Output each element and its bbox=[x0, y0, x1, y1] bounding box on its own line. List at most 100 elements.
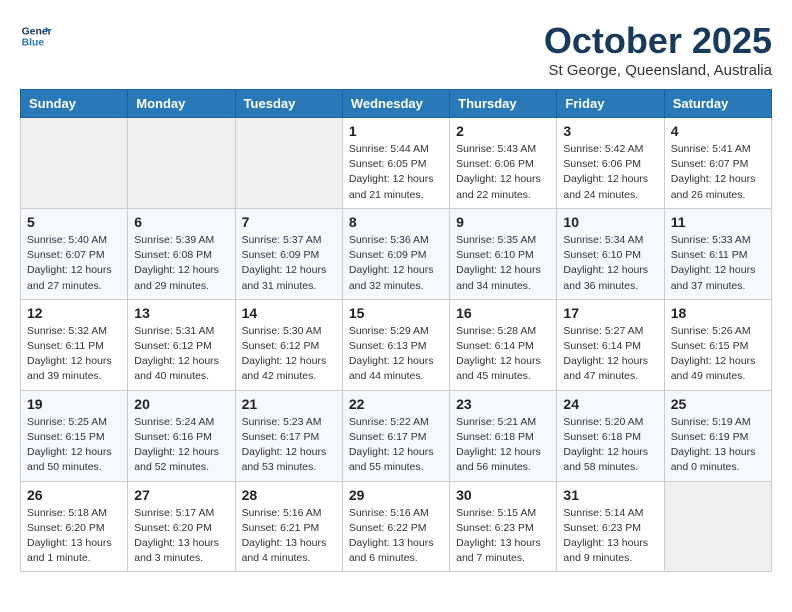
day-number: 24 bbox=[563, 396, 657, 412]
calendar-cell: 8 Sunrise: 5:36 AM Sunset: 6:09 PM Daylig… bbox=[342, 208, 449, 299]
svg-text:General: General bbox=[22, 26, 52, 37]
calendar-cell: 2 Sunrise: 5:43 AM Sunset: 6:06 PM Daylig… bbox=[450, 118, 557, 209]
calendar-cell bbox=[21, 118, 128, 209]
day-number: 29 bbox=[349, 487, 443, 503]
calendar-cell: 1 Sunrise: 5:44 AM Sunset: 6:05 PM Daylig… bbox=[342, 118, 449, 209]
day-number: 16 bbox=[456, 305, 550, 321]
calendar-cell: 30Sunrise: 5:15 AM Sunset: 6:23 PM Dayli… bbox=[450, 481, 557, 572]
calendar-cell: 27 Sunrise: 5:17 AM Sunset: 6:20 PM Dayli… bbox=[128, 481, 235, 572]
day-info: Sunrise: 5:25 AM Sunset: 6:15 PM Dayligh… bbox=[27, 415, 121, 476]
day-info: Sunrise: 5:26 AM Sunset: 6:15 PM Dayligh… bbox=[671, 324, 765, 385]
day-number: 23 bbox=[456, 396, 550, 412]
calendar-cell: 26 Sunrise: 5:18 AM Sunset: 6:20 PM Dayli… bbox=[21, 481, 128, 572]
logo: General Blue bbox=[20, 20, 52, 52]
calendar-cell: 13 Sunrise: 5:31 AM Sunset: 6:12 PM Dayli… bbox=[128, 299, 235, 390]
svg-text:Blue: Blue bbox=[22, 38, 45, 49]
day-info: Sunrise: 5:34 AM Sunset: 6:10 PM Dayligh… bbox=[563, 233, 657, 294]
calendar-cell bbox=[235, 118, 342, 209]
calendar-cell: 14 Sunrise: 5:30 AM Sunset: 6:12 PM Dayli… bbox=[235, 299, 342, 390]
calendar-cell: 11 Sunrise: 5:33 AM Sunset: 6:11 PM Dayli… bbox=[664, 208, 771, 299]
day-number: 7 bbox=[242, 214, 336, 230]
day-info: Sunrise: 5:44 AM Sunset: 6:05 PM Dayligh… bbox=[349, 142, 443, 203]
calendar-cell: 6 Sunrise: 5:39 AM Sunset: 6:08 PM Daylig… bbox=[128, 208, 235, 299]
day-number: 11 bbox=[671, 214, 765, 230]
day-number: 28 bbox=[242, 487, 336, 503]
calendar-cell: 21Sunrise: 5:23 AM Sunset: 6:17 PM Dayli… bbox=[235, 390, 342, 481]
calendar-cell: 16 Sunrise: 5:28 AM Sunset: 6:14 PM Dayli… bbox=[450, 299, 557, 390]
calendar-cell bbox=[128, 118, 235, 209]
day-number: 30 bbox=[456, 487, 550, 503]
day-number: 1 bbox=[349, 123, 443, 139]
day-number: 26 bbox=[27, 487, 121, 503]
calendar-cell: 18 Sunrise: 5:26 AM Sunset: 6:15 PM Dayli… bbox=[664, 299, 771, 390]
day-number: 13 bbox=[134, 305, 228, 321]
day-number: 25 bbox=[671, 396, 765, 412]
weekday-header-wednesday: Wednesday bbox=[342, 90, 449, 118]
calendar-week-row: 1 Sunrise: 5:44 AM Sunset: 6:05 PM Daylig… bbox=[21, 118, 772, 209]
day-info: Sunrise: 5:35 AM Sunset: 6:10 PM Dayligh… bbox=[456, 233, 550, 294]
day-info: Sunrise: 5:21 AM Sunset: 6:18 PM Dayligh… bbox=[456, 415, 550, 476]
day-info: Sunrise: 5:41 AM Sunset: 6:07 PM Dayligh… bbox=[671, 142, 765, 203]
calendar-cell: 31 Sunrise: 5:14 AM Sunset: 6:23 PM Dayli… bbox=[557, 481, 664, 572]
weekday-header-row: SundayMondayTuesdayWednesdayThursdayFrid… bbox=[21, 90, 772, 118]
weekday-header-thursday: Thursday bbox=[450, 90, 557, 118]
calendar-cell: 29Sunrise: 5:16 AM Sunset: 6:22 PM Dayli… bbox=[342, 481, 449, 572]
day-info: Sunrise: 5:14 AM Sunset: 6:23 PM Dayligh… bbox=[563, 506, 657, 567]
day-info: Sunrise: 5:37 AM Sunset: 6:09 PM Dayligh… bbox=[242, 233, 336, 294]
day-number: 27 bbox=[134, 487, 228, 503]
month-title: October 2025 bbox=[544, 20, 772, 62]
day-info: Sunrise: 5:19 AM Sunset: 6:19 PM Dayligh… bbox=[671, 415, 765, 476]
calendar-cell: 4 Sunrise: 5:41 AM Sunset: 6:07 PM Daylig… bbox=[664, 118, 771, 209]
day-number: 15 bbox=[349, 305, 443, 321]
day-info: Sunrise: 5:29 AM Sunset: 6:13 PM Dayligh… bbox=[349, 324, 443, 385]
day-info: Sunrise: 5:36 AM Sunset: 6:09 PM Dayligh… bbox=[349, 233, 443, 294]
day-info: Sunrise: 5:33 AM Sunset: 6:11 PM Dayligh… bbox=[671, 233, 765, 294]
calendar-cell: 17Sunrise: 5:27 AM Sunset: 6:14 PM Dayli… bbox=[557, 299, 664, 390]
calendar-cell: 15 Sunrise: 5:29 AM Sunset: 6:13 PM Dayli… bbox=[342, 299, 449, 390]
calendar-cell: 25 Sunrise: 5:19 AM Sunset: 6:19 PM Dayli… bbox=[664, 390, 771, 481]
calendar-week-row: 12 Sunrise: 5:32 AM Sunset: 6:11 PM Dayli… bbox=[21, 299, 772, 390]
day-info: Sunrise: 5:28 AM Sunset: 6:14 PM Dayligh… bbox=[456, 324, 550, 385]
day-number: 6 bbox=[134, 214, 228, 230]
day-info: Sunrise: 5:16 AM Sunset: 6:21 PM Dayligh… bbox=[242, 506, 336, 567]
location-subtitle: St George, Queensland, Australia bbox=[544, 62, 772, 79]
calendar-week-row: 26 Sunrise: 5:18 AM Sunset: 6:20 PM Dayli… bbox=[21, 481, 772, 572]
day-info: Sunrise: 5:32 AM Sunset: 6:11 PM Dayligh… bbox=[27, 324, 121, 385]
day-number: 17 bbox=[563, 305, 657, 321]
calendar-cell bbox=[664, 481, 771, 572]
day-info: Sunrise: 5:43 AM Sunset: 6:06 PM Dayligh… bbox=[456, 142, 550, 203]
day-number: 12 bbox=[27, 305, 121, 321]
day-number: 8 bbox=[349, 214, 443, 230]
day-info: Sunrise: 5:39 AM Sunset: 6:08 PM Dayligh… bbox=[134, 233, 228, 294]
day-info: Sunrise: 5:18 AM Sunset: 6:20 PM Dayligh… bbox=[27, 506, 121, 567]
day-number: 5 bbox=[27, 214, 121, 230]
calendar-week-row: 19Sunrise: 5:25 AM Sunset: 6:15 PM Dayli… bbox=[21, 390, 772, 481]
calendar-cell: 22Sunrise: 5:22 AM Sunset: 6:17 PM Dayli… bbox=[342, 390, 449, 481]
day-info: Sunrise: 5:22 AM Sunset: 6:17 PM Dayligh… bbox=[349, 415, 443, 476]
day-number: 21 bbox=[242, 396, 336, 412]
day-number: 31 bbox=[563, 487, 657, 503]
day-number: 2 bbox=[456, 123, 550, 139]
calendar-cell: 12 Sunrise: 5:32 AM Sunset: 6:11 PM Dayli… bbox=[21, 299, 128, 390]
day-number: 20 bbox=[134, 396, 228, 412]
calendar-cell: 24 Sunrise: 5:20 AM Sunset: 6:18 PM Dayli… bbox=[557, 390, 664, 481]
day-info: Sunrise: 5:24 AM Sunset: 6:16 PM Dayligh… bbox=[134, 415, 228, 476]
calendar-table: SundayMondayTuesdayWednesdayThursdayFrid… bbox=[20, 89, 772, 572]
day-number: 14 bbox=[242, 305, 336, 321]
day-info: Sunrise: 5:40 AM Sunset: 6:07 PM Dayligh… bbox=[27, 233, 121, 294]
calendar-cell: 7 Sunrise: 5:37 AM Sunset: 6:09 PM Daylig… bbox=[235, 208, 342, 299]
title-block: October 2025 St George, Queensland, Aust… bbox=[544, 20, 772, 79]
day-number: 18 bbox=[671, 305, 765, 321]
day-info: Sunrise: 5:31 AM Sunset: 6:12 PM Dayligh… bbox=[134, 324, 228, 385]
weekday-header-friday: Friday bbox=[557, 90, 664, 118]
weekday-header-sunday: Sunday bbox=[21, 90, 128, 118]
calendar-cell: 19Sunrise: 5:25 AM Sunset: 6:15 PM Dayli… bbox=[21, 390, 128, 481]
calendar-cell: 10Sunrise: 5:34 AM Sunset: 6:10 PM Dayli… bbox=[557, 208, 664, 299]
day-info: Sunrise: 5:20 AM Sunset: 6:18 PM Dayligh… bbox=[563, 415, 657, 476]
logo-icon: General Blue bbox=[20, 20, 52, 52]
day-info: Sunrise: 5:17 AM Sunset: 6:20 PM Dayligh… bbox=[134, 506, 228, 567]
day-number: 4 bbox=[671, 123, 765, 139]
weekday-header-tuesday: Tuesday bbox=[235, 90, 342, 118]
day-info: Sunrise: 5:30 AM Sunset: 6:12 PM Dayligh… bbox=[242, 324, 336, 385]
day-info: Sunrise: 5:42 AM Sunset: 6:06 PM Dayligh… bbox=[563, 142, 657, 203]
